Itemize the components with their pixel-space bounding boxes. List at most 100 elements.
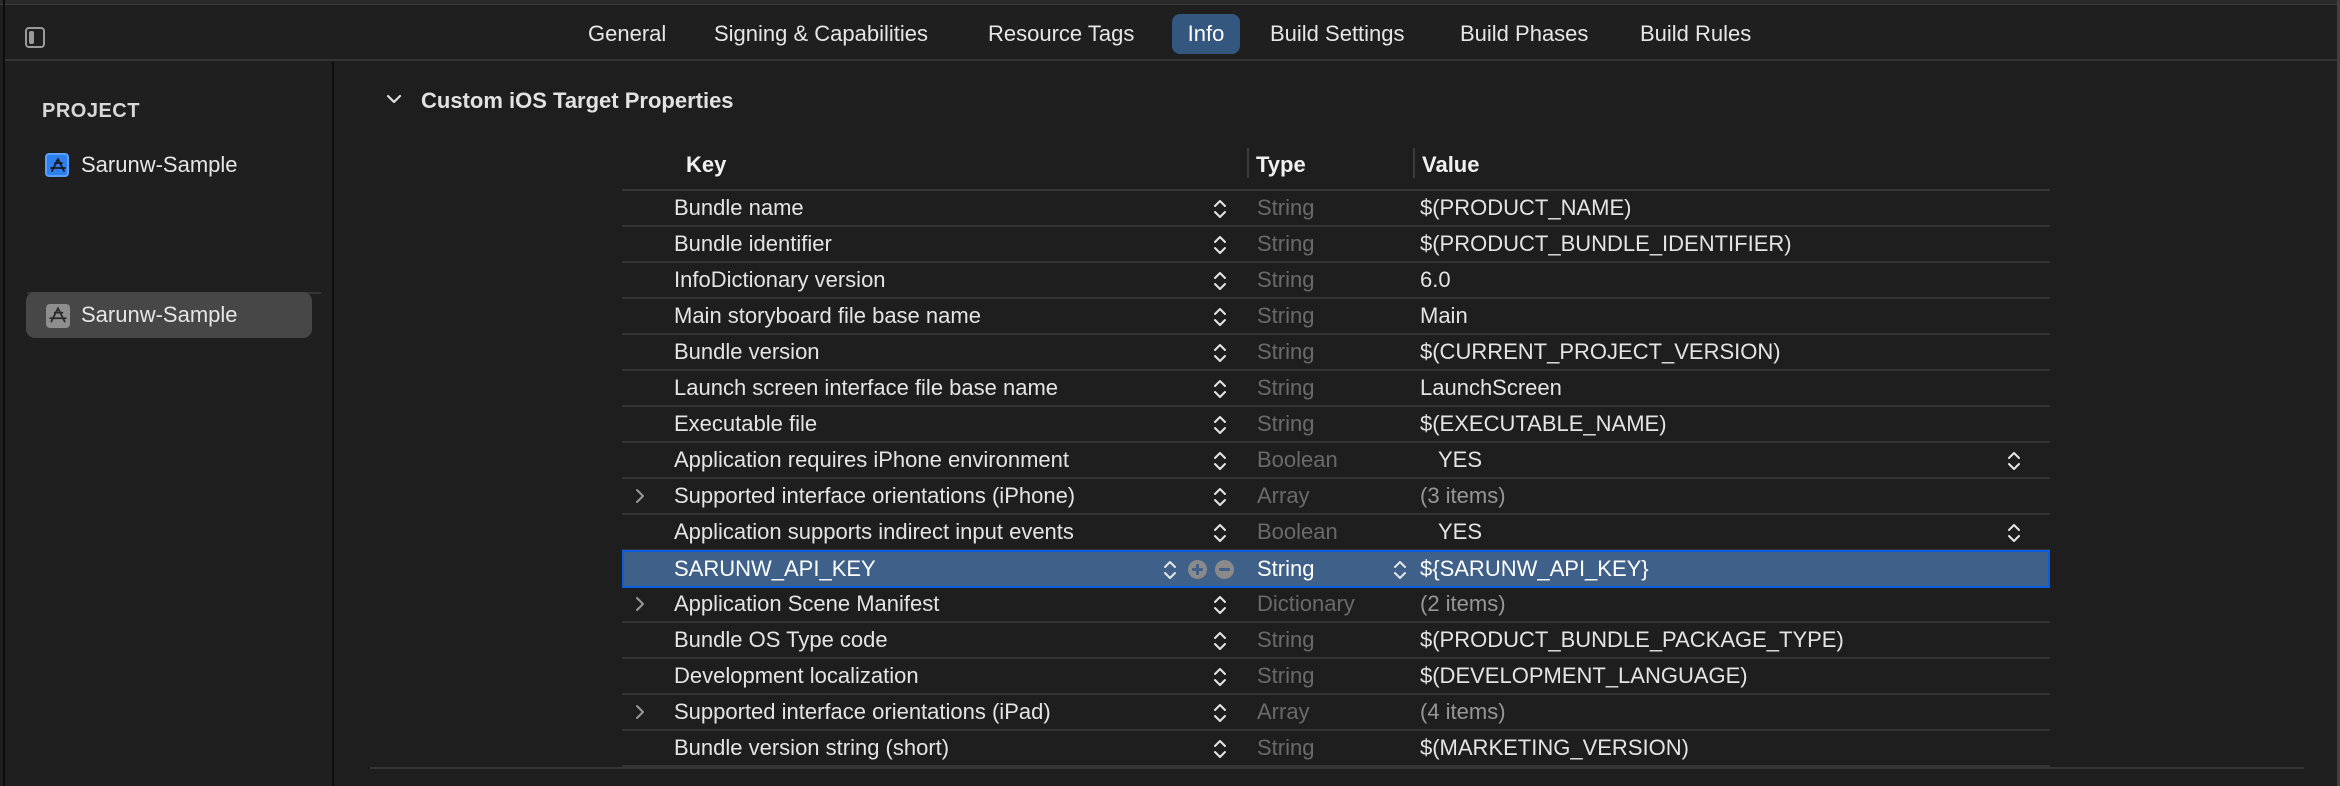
row-key: Application supports indirect input even… xyxy=(674,519,1074,544)
key-stepper-icon[interactable] xyxy=(1212,485,1228,509)
row-type: String xyxy=(1257,339,1315,364)
sidebar-toggle-button[interactable] xyxy=(20,21,50,49)
row-key: Launch screen interface file base name xyxy=(674,375,1059,400)
key-stepper-icon[interactable] xyxy=(1212,377,1228,401)
row-value[interactable]: ${SARUNW_API_KEY} xyxy=(1420,552,1649,586)
column-header-type[interactable]: Type xyxy=(1256,150,1306,180)
editor-tab-bar: General Signing & Capabilities Resource … xyxy=(5,6,2337,61)
table-row[interactable]: Bundle identifier String $(PRODUCT_BUNDLE_… xyxy=(622,227,2050,263)
tab-signing-capabilities[interactable]: Signing & Capabilities xyxy=(714,14,928,54)
row-type[interactable]: String xyxy=(1257,552,1314,586)
disclosure-chevron-right-icon[interactable] xyxy=(632,596,648,612)
table-row[interactable]: Application Scene Manifest Dictionary (2 i… xyxy=(622,587,2050,623)
row-value[interactable]: $(PRODUCT_BUNDLE_IDENTIFIER) xyxy=(1420,227,1792,261)
row-type: String xyxy=(1257,195,1315,220)
key-stepper-icon[interactable] xyxy=(1212,665,1228,689)
row-type: String xyxy=(1257,375,1315,400)
row-value[interactable]: 6.0 xyxy=(1420,263,1451,297)
row-type: String xyxy=(1257,735,1315,760)
row-type: String xyxy=(1257,663,1315,688)
tab-build-phases[interactable]: Build Phases xyxy=(1460,14,1588,54)
key-stepper-icon[interactable] xyxy=(1212,233,1228,257)
row-type: Array xyxy=(1257,699,1310,724)
row-value[interactable]: $(CURRENT_PROJECT_VERSION) xyxy=(1420,335,1781,369)
table-row-selected[interactable]: SARUNW_API_KEY String ${SARUNW_API_KEY} xyxy=(622,550,2050,588)
row-value[interactable]: $(DEVELOPMENT_LANGUAGE) xyxy=(1420,659,1748,693)
row-key[interactable]: SARUNW_API_KEY xyxy=(674,552,876,586)
row-type: Dictionary xyxy=(1257,591,1355,616)
app-store-icon xyxy=(46,304,70,328)
key-stepper-icon[interactable] xyxy=(1212,413,1228,437)
row-key: Bundle version string (short) xyxy=(674,735,950,760)
key-stepper-icon[interactable] xyxy=(1162,558,1178,582)
disclosure-chevron-right-icon[interactable] xyxy=(632,488,648,504)
add-row-button[interactable] xyxy=(1188,560,1207,579)
column-divider[interactable] xyxy=(1247,148,1249,178)
key-stepper-icon[interactable] xyxy=(1212,305,1228,329)
target-name: Sarunw-Sample xyxy=(81,302,238,327)
row-value[interactable]: LaunchScreen xyxy=(1420,371,1562,405)
row-key: Application requires iPhone environment xyxy=(674,447,1070,472)
table-row[interactable]: InfoDictionary version String 6.0 xyxy=(622,263,2050,299)
key-stepper-icon[interactable] xyxy=(1212,341,1228,365)
row-key: Supported interface orientations (iPhone… xyxy=(674,483,1076,508)
disclosure-chevron-right-icon[interactable] xyxy=(632,704,648,720)
row-key: Application Scene Manifest xyxy=(674,591,940,616)
key-stepper-icon[interactable] xyxy=(1212,197,1228,221)
table-row[interactable]: Bundle version String $(CURRENT_PROJECT_VE… xyxy=(622,335,2050,371)
table-row[interactable]: Bundle version string (short) String $(MAR… xyxy=(622,731,2050,767)
window-top-border xyxy=(0,0,2340,5)
tab-info[interactable]: Info xyxy=(1172,14,1240,54)
row-key: Bundle version xyxy=(674,339,820,364)
table-row[interactable]: Application requires iPhone environment B… xyxy=(622,443,2050,479)
column-header-value[interactable]: Value xyxy=(1422,150,1479,180)
row-key: Bundle identifier xyxy=(674,231,832,256)
tab-build-rules[interactable]: Build Rules xyxy=(1640,14,1751,54)
key-stepper-icon[interactable] xyxy=(1212,737,1228,761)
sidebar-item-target[interactable]: Sarunw-Sample xyxy=(26,292,312,338)
row-value[interactable]: $(PRODUCT_NAME) xyxy=(1420,191,1631,225)
popup-chevron-icon[interactable] xyxy=(2006,521,2022,545)
row-value[interactable]: $(PRODUCT_BUNDLE_PACKAGE_TYPE) xyxy=(1420,623,1844,657)
column-header-key[interactable]: Key xyxy=(686,150,726,180)
row-type: String xyxy=(1257,303,1315,328)
key-stepper-icon[interactable] xyxy=(1212,593,1228,617)
tab-general[interactable]: General xyxy=(588,14,666,54)
key-stepper-icon[interactable] xyxy=(1212,629,1228,653)
key-stepper-icon[interactable] xyxy=(1212,701,1228,725)
table-row[interactable]: Supported interface orientations (iPhone… xyxy=(622,479,2050,515)
app-store-icon xyxy=(45,153,69,177)
remove-row-button[interactable] xyxy=(1215,560,1234,579)
key-stepper-icon[interactable] xyxy=(1212,269,1228,293)
row-value[interactable]: (2 items) xyxy=(1420,587,1506,621)
row-value[interactable]: YES xyxy=(1438,443,1482,477)
sidebar-item-project[interactable]: Sarunw-Sample xyxy=(26,142,312,188)
type-stepper-icon[interactable] xyxy=(1392,558,1408,582)
row-value[interactable]: Main xyxy=(1420,299,1468,333)
row-value[interactable]: YES xyxy=(1438,515,1482,549)
tab-resource-tags[interactable]: Resource Tags xyxy=(988,14,1134,54)
row-value[interactable]: (4 items) xyxy=(1420,695,1506,729)
table-row[interactable]: Application supports indirect input even… xyxy=(622,515,2050,551)
sidebar-splitter[interactable] xyxy=(332,62,334,786)
table-row[interactable]: Executable file String $(EXECUTABLE_NAME) xyxy=(622,407,2050,443)
key-stepper-icon[interactable] xyxy=(1212,449,1228,473)
table-row[interactable]: Launch screen interface file base name St… xyxy=(622,371,2050,407)
row-key: Bundle name xyxy=(674,195,804,220)
project-name: Sarunw-Sample xyxy=(81,152,238,177)
row-type: String xyxy=(1257,231,1315,256)
table-row[interactable]: Main storyboard file base name String Main xyxy=(622,299,2050,335)
row-type: Array xyxy=(1257,483,1310,508)
table-row[interactable]: Bundle OS Type code String $(PRODUCT_BUNDL… xyxy=(622,623,2050,659)
key-stepper-icon[interactable] xyxy=(1212,521,1228,545)
table-row[interactable]: Bundle name String $(PRODUCT_NAME) xyxy=(622,191,2050,227)
row-value[interactable]: $(MARKETING_VERSION) xyxy=(1420,731,1689,765)
tab-build-settings[interactable]: Build Settings xyxy=(1270,14,1405,54)
row-value[interactable]: $(EXECUTABLE_NAME) xyxy=(1420,407,1667,441)
column-divider[interactable] xyxy=(1413,148,1415,178)
table-row[interactable]: Supported interface orientations (iPad) A… xyxy=(622,695,2050,731)
popup-chevron-icon[interactable] xyxy=(2006,449,2022,473)
table-row[interactable]: Development localization String $(DEVELOPM… xyxy=(622,659,2050,695)
row-value[interactable]: (3 items) xyxy=(1420,479,1506,513)
row-key: Supported interface orientations (iPad) xyxy=(674,699,1051,724)
